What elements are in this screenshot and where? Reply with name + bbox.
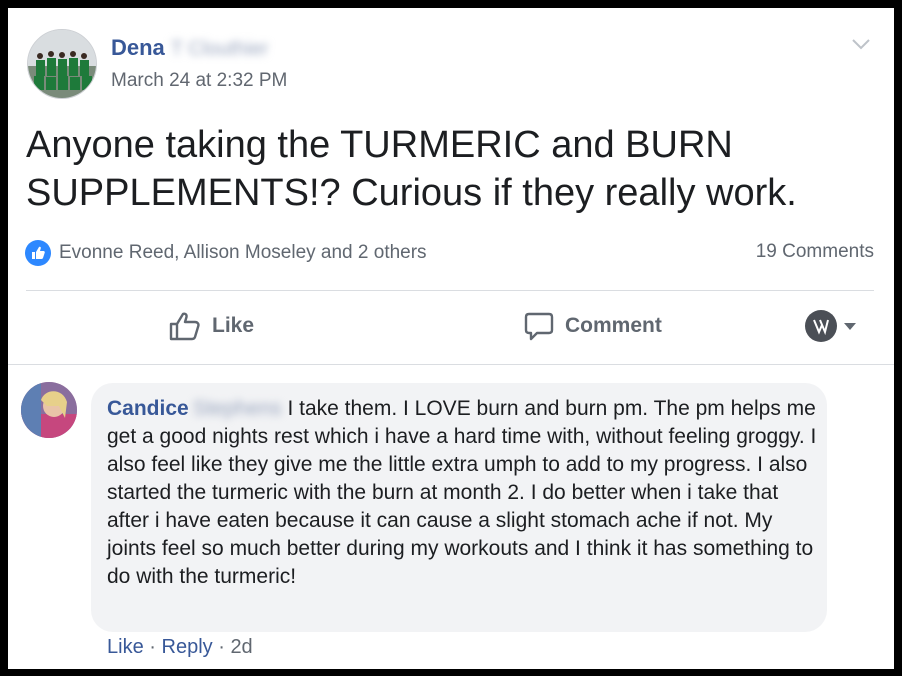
separator: · <box>149 636 156 658</box>
comment-reply-link[interactable]: Reply <box>162 636 213 658</box>
divider <box>26 290 874 291</box>
comment-count[interactable]: 19 Comments <box>756 241 874 263</box>
post-author[interactable]: Dena T Clouthier <box>111 35 268 61</box>
comment-bubble: Candice Stephens I take them. I LOVE burn … <box>91 383 827 632</box>
author-last-name-blurred: T Clouthier <box>170 38 269 60</box>
caret-down-icon <box>844 323 856 330</box>
commenter-last-name-blurred: Stephens <box>192 397 282 420</box>
author-first-name[interactable]: Dena <box>111 35 165 60</box>
comment-actions: Like · Reply · 2d <box>107 636 253 659</box>
comment-like-link[interactable]: Like <box>107 636 144 658</box>
reactions-summary[interactable]: Evonne Reed, Allison Moseley and 2 other… <box>25 240 427 266</box>
comment-icon <box>524 312 554 341</box>
comment-text-block: Candice Stephens I take them. I LOVE burn … <box>107 395 817 591</box>
comment-button[interactable]: Comment <box>523 310 662 342</box>
post-timestamp[interactable]: March 24 at 2:32 PM <box>111 70 287 92</box>
comment-body: I take them. I LOVE burn and burn pm. Th… <box>107 397 817 588</box>
post-card: Dena T Clouthier March 24 at 2:32 PM Anyo… <box>8 8 894 669</box>
like-label: Like <box>212 314 255 337</box>
commenter-avatar[interactable] <box>21 382 77 438</box>
comment-age[interactable]: 2d <box>230 636 252 658</box>
separator: · <box>218 636 225 658</box>
page-avatar-icon <box>805 310 837 342</box>
page-selector[interactable] <box>805 310 857 342</box>
reactors-text[interactable]: Evonne Reed, Allison Moseley and 2 other… <box>59 242 427 264</box>
divider <box>8 364 894 365</box>
chevron-down-icon[interactable] <box>850 36 872 52</box>
post-body: Anyone taking the TURMERIC and BURN SUPP… <box>26 124 797 214</box>
comment-label: Comment <box>565 314 662 337</box>
commenter-name[interactable]: Candice <box>107 397 189 420</box>
author-avatar[interactable] <box>27 29 97 99</box>
like-button[interactable]: Like <box>168 310 254 342</box>
thumbs-up-icon <box>169 312 200 341</box>
like-reaction-icon <box>25 240 51 266</box>
